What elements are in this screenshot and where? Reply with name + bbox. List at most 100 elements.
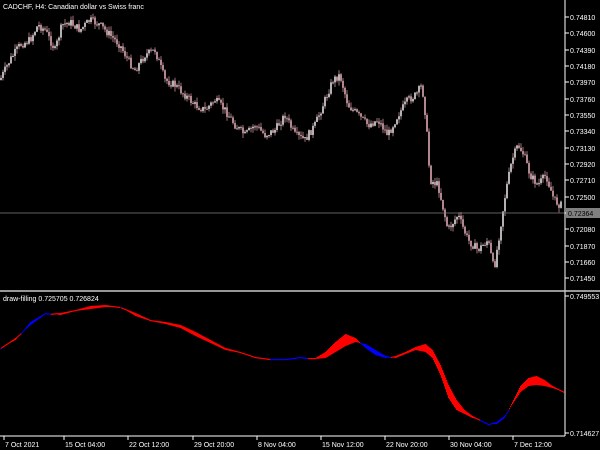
candle-body	[180, 86, 182, 94]
candle-body	[460, 215, 462, 220]
time-tick-label: 7 Oct 2021	[5, 442, 39, 449]
candle-body	[112, 35, 114, 38]
candle-body	[68, 22, 70, 26]
price-tick-label: 0.74810	[570, 15, 595, 22]
indicator-pane[interactable]: draw-filling 0.725705 0.726824 0.749553 …	[0, 294, 599, 438]
chart-canvas[interactable]: CADCHF, H4: Canadian dollar vs Swiss fra…	[0, 0, 600, 450]
time-tick-label: 30 Nov 04:00	[450, 442, 492, 449]
candle-body	[278, 123, 280, 126]
candle-body	[212, 102, 214, 104]
candle-body	[520, 147, 522, 152]
indicator-top-scale: 0.749553	[570, 294, 599, 301]
candle-body	[410, 96, 412, 102]
candle-body	[428, 131, 430, 166]
candle-body	[354, 109, 356, 111]
candle-body	[98, 23, 100, 26]
fill-segment	[506, 413, 508, 415]
candle-body	[86, 20, 88, 23]
candle-body	[220, 100, 222, 103]
candle-body	[440, 192, 442, 200]
candle-body	[182, 93, 184, 95]
candle-body	[358, 111, 360, 114]
candle-body	[356, 109, 358, 112]
candle-body	[420, 85, 422, 87]
candle-body	[418, 86, 420, 93]
candle-body	[290, 120, 292, 128]
candle-body	[300, 134, 302, 136]
candle-body	[456, 217, 458, 220]
candle-body	[188, 95, 190, 97]
candle-body	[470, 240, 472, 247]
candle-body	[48, 31, 50, 37]
candle-body	[118, 44, 120, 48]
candle-body	[336, 76, 338, 81]
candle-body	[328, 93, 330, 98]
candle-body	[90, 17, 92, 22]
time-tick-label: 15 Nov 12:00	[322, 442, 364, 449]
candle-body	[452, 224, 454, 228]
fill-segment	[507, 411, 509, 413]
candle-body	[288, 118, 290, 121]
candle-body	[496, 249, 498, 268]
fill-segment	[563, 391, 565, 393]
candle-body	[376, 121, 378, 123]
price-scale[interactable]: 0.74810 0.74600 0.74390 0.74180 0.73970 0.737…	[564, 0, 600, 436]
candle-body	[110, 30, 112, 36]
candle-body	[476, 243, 478, 249]
symbol-label: CADCHF, H4: Canadian dollar vs Swiss fra…	[3, 4, 144, 11]
candle-body	[338, 74, 340, 81]
candle-body	[534, 175, 536, 184]
candle-body	[276, 123, 278, 130]
candle-body	[242, 127, 244, 134]
candle-body	[316, 116, 318, 122]
candle-body	[492, 253, 494, 262]
candle-body	[322, 106, 324, 114]
candle-body	[334, 76, 336, 83]
price-tick-label: 0.71450	[570, 276, 595, 283]
candle-body	[174, 80, 176, 87]
main-pane-bg	[0, 0, 565, 290]
candle-body	[490, 242, 492, 254]
candle-body	[66, 22, 68, 24]
candle-body	[390, 129, 392, 133]
time-tick-label: 22 Oct 12:00	[129, 442, 169, 449]
candle-body	[216, 98, 218, 102]
candle-body	[192, 102, 194, 104]
candle-body	[448, 225, 450, 227]
candle-body	[304, 137, 306, 139]
candle-body	[342, 80, 344, 88]
indicator-filling	[0, 305, 565, 426]
main-pane[interactable]: CADCHF, H4: Canadian dollar vs Swiss fra…	[0, 0, 565, 290]
time-axis[interactable]: 7 Oct 2021 15 Oct 04:00 22 Oct 12:00 29 Oct…	[0, 435, 565, 449]
candle-body	[506, 183, 508, 199]
candle-body	[432, 181, 434, 184]
candle-body	[88, 20, 90, 22]
candle-body	[114, 37, 116, 40]
candle-body	[438, 181, 440, 193]
candle-body	[374, 121, 376, 126]
candle-body	[346, 94, 348, 104]
candle-body	[134, 68, 136, 71]
candle-body	[398, 116, 400, 120]
candle-body	[516, 145, 518, 149]
candle-body	[142, 58, 144, 62]
candle-body	[274, 129, 276, 133]
price-tick-label: 0.74180	[570, 64, 595, 71]
candle-body	[372, 123, 374, 126]
candle-body	[502, 211, 504, 227]
candle-body	[140, 58, 142, 64]
candle-body	[524, 154, 526, 156]
candle-body	[430, 165, 432, 184]
candle-body	[556, 197, 558, 205]
candle-body	[314, 121, 316, 126]
candle-body	[72, 20, 74, 26]
candle-body	[364, 117, 366, 119]
candle-body	[480, 245, 482, 252]
fill-segment	[24, 329, 26, 331]
candle-body	[76, 24, 78, 29]
candle-body	[296, 131, 298, 133]
candle-body	[326, 97, 328, 99]
candle-body	[266, 135, 268, 138]
candle-body	[292, 127, 294, 129]
candle-body	[74, 25, 76, 29]
